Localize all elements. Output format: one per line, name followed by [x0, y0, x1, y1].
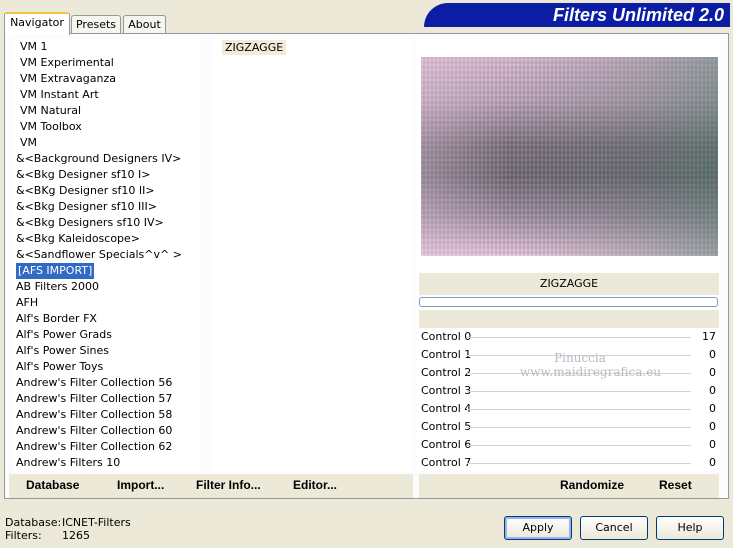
control-slider-0[interactable]: Control 0 17 — [419, 328, 719, 346]
control-value: 0 — [709, 456, 716, 469]
category-item[interactable]: &<Background Designers IV> — [16, 152, 181, 165]
category-item[interactable]: Alf's Power Sines — [16, 344, 109, 357]
tab-presets[interactable]: Presets — [71, 15, 121, 35]
control-slider-5[interactable]: Control 5 0 — [419, 418, 719, 436]
category-item[interactable]: Andrew's Filter Collection 56 — [16, 376, 172, 389]
database-value: ICNET-Filters — [62, 516, 131, 529]
category-item[interactable]: Alf's Power Grads — [16, 328, 112, 341]
category-item[interactable]: AFH — [16, 296, 38, 309]
tab-about[interactable]: About — [123, 15, 166, 35]
slider-track[interactable] — [467, 445, 691, 446]
watermark-line2: www.maidiregrafica.eu — [520, 365, 662, 379]
slider-track[interactable] — [467, 409, 691, 410]
control-slider-3[interactable]: Control 3 0 — [419, 382, 719, 400]
category-item[interactable]: VM Experimental — [20, 56, 114, 69]
category-item[interactable]: &<BKg Designer sf10 II> — [16, 184, 155, 197]
filters-count-label: Filters: — [5, 529, 42, 542]
control-label: Control 4 — [421, 402, 472, 415]
help-button[interactable]: Help — [656, 516, 724, 540]
control-slider-6[interactable]: Control 6 0 — [419, 436, 719, 454]
progress-bar — [419, 297, 718, 307]
category-item[interactable]: VM Natural — [20, 104, 81, 117]
filter-name-display: ZIGZAGGE — [419, 273, 719, 295]
slider-track[interactable] — [467, 337, 691, 338]
control-label: Control 2 — [421, 366, 472, 379]
category-item[interactable]: VM Instant Art — [20, 88, 99, 101]
category-item[interactable]: VM Extravaganza — [20, 72, 116, 85]
control-value: 0 — [709, 348, 716, 361]
database-button[interactable]: Database — [26, 478, 79, 492]
randomize-button[interactable]: Randomize — [560, 478, 624, 492]
control-label: Control 3 — [421, 384, 472, 397]
control-value: 0 — [709, 402, 716, 415]
control-label: Control 7 — [421, 456, 472, 469]
category-item[interactable]: Andrew's Filter Collection 57 — [16, 392, 172, 405]
apply-button[interactable]: Apply — [504, 516, 572, 540]
filters-count-value: 1265 — [62, 529, 90, 542]
control-label: Control 5 — [421, 420, 472, 433]
category-item[interactable]: &<Bkg Designers sf10 IV> — [16, 216, 164, 229]
watermark-line1: Pinuccia — [554, 351, 606, 365]
control-label: Control 1 — [421, 348, 472, 361]
tab-navigator[interactable]: Navigator — [4, 12, 70, 35]
control-value: 17 — [702, 330, 716, 343]
editor-button[interactable]: Editor... — [293, 478, 337, 492]
control-slider-7[interactable]: Control 7 0 — [419, 454, 719, 472]
control-label: Control 0 — [421, 330, 472, 343]
app-title-banner: Filters Unlimited 2.0 — [424, 3, 730, 27]
control-value: 0 — [709, 420, 716, 433]
category-list[interactable]: VM 1 VM Experimental VM Extravaganza VM Ins… — [14, 39, 201, 471]
control-slider-4[interactable]: Control 4 0 — [419, 400, 719, 418]
control-label: Control 6 — [421, 438, 472, 451]
category-item[interactable]: Andrew's Filter Collection 58 — [16, 408, 172, 421]
category-item[interactable]: Alf's Border FX — [16, 312, 97, 325]
category-item[interactable]: Andrew's Filter Collection 60 — [16, 424, 172, 437]
category-item[interactable]: &<Bkg Kaleidoscope> — [16, 232, 140, 245]
category-item[interactable]: Andrew's Filter Collection 62 — [16, 440, 172, 453]
filter-preview-image — [421, 57, 718, 256]
slider-track[interactable] — [467, 463, 691, 464]
reset-button[interactable]: Reset — [659, 478, 692, 492]
filter-list[interactable] — [212, 39, 411, 471]
category-item[interactable]: &<Sandflower Specials^v^ > — [16, 248, 182, 261]
category-item[interactable]: Alf's Power Toys — [16, 360, 103, 373]
filter-info-button[interactable]: Filter Info... — [196, 478, 261, 492]
control-value: 0 — [709, 384, 716, 397]
category-item[interactable]: &<Bkg Designer sf10 III> — [16, 200, 157, 213]
category-item[interactable]: VM Toolbox — [20, 120, 82, 133]
category-item[interactable]: AB Filters 2000 — [16, 280, 99, 293]
category-item[interactable]: VM — [20, 136, 37, 149]
filter-item-selected[interactable]: ZIGZAGGE — [222, 40, 287, 55]
control-value: 0 — [709, 438, 716, 451]
category-item[interactable]: VM 1 — [20, 40, 48, 53]
cancel-button[interactable]: Cancel — [580, 516, 648, 540]
controls-separator — [419, 310, 719, 328]
slider-track[interactable] — [467, 391, 691, 392]
category-item[interactable]: &<Bkg Designer sf10 I> — [16, 168, 151, 181]
import-button[interactable]: Import... — [117, 478, 164, 492]
database-label: Database: — [5, 516, 62, 529]
watermark: Pinuccia www.maidiregrafica.eu — [520, 351, 662, 379]
control-value: 0 — [709, 366, 716, 379]
slider-track[interactable] — [467, 427, 691, 428]
category-item[interactable]: [AFS IMPORT] — [16, 263, 95, 279]
category-item[interactable]: Andrew's Filters 10 — [16, 456, 120, 469]
